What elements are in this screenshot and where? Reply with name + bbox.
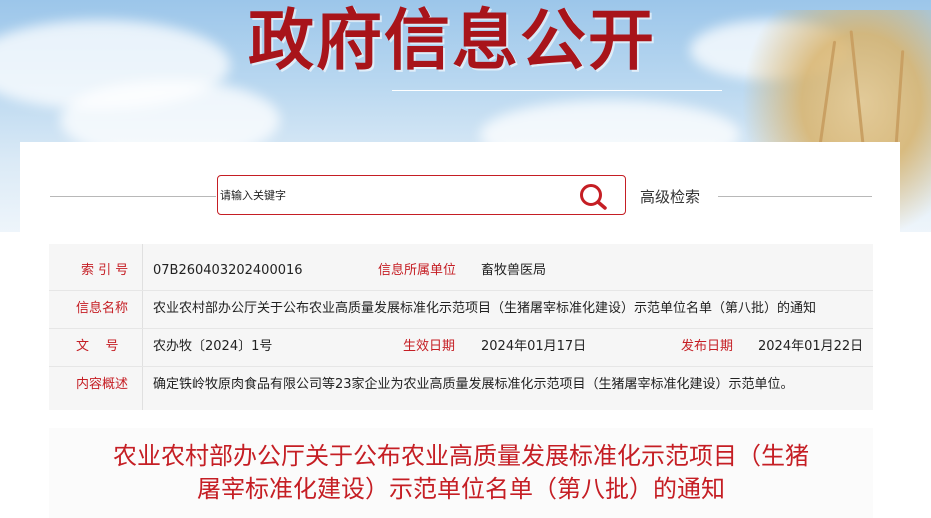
- meta-row-name: 信息名称 农业农村部办公厅关于公布农业高质量发展标准化示范项目（生猪屠宰标准化建…: [49, 290, 873, 328]
- category-label: 信息所属单位: [378, 263, 457, 278]
- title-underline: [392, 90, 722, 91]
- divider-right: [718, 196, 872, 197]
- divider-left: [50, 196, 216, 197]
- page-title: 政府信息公开: [248, 2, 656, 79]
- doc-number-value: 农办牧〔2024〕1号: [153, 339, 273, 354]
- search-box: [217, 175, 626, 215]
- publish-date-label: 发布日期: [681, 339, 734, 354]
- meta-row-index: 索 引 号 07B260403202400016 信息所属单位 畜牧兽医局: [49, 252, 873, 290]
- index-value: 07B260403202400016: [153, 263, 303, 278]
- category-value: 畜牧兽医局: [481, 263, 547, 278]
- info-metadata-table: 索 引 号 07B260403202400016 信息所属单位 畜牧兽医局 信息…: [49, 244, 873, 410]
- summary-label: 内容概述: [76, 377, 129, 392]
- summary-value: 确定铁岭牧原肉食品有限公司等23家企业为农业高质量发展标准化示范项目（生猪屠宰标…: [153, 377, 794, 392]
- publish-date-value: 2024年01月22日: [758, 339, 864, 354]
- article-title-line-1: 农业农村部办公厅关于公布农业高质量发展标准化示范项目（生猪: [113, 442, 809, 470]
- article-title: 农业农村部办公厅关于公布农业高质量发展标准化示范项目（生猪 屠宰标准化建设）示范…: [49, 440, 873, 506]
- effective-date-label: 生效日期: [403, 339, 456, 354]
- article-title-line-2: 屠宰标准化建设）示范单位名单（第八批）的通知: [197, 475, 725, 503]
- meta-row-summary: 内容概述 确定铁岭牧原肉食品有限公司等23家企业为农业高质量发展标准化示范项目（…: [49, 366, 873, 404]
- index-label: 索 引 号: [81, 263, 129, 278]
- search-icon[interactable]: [578, 183, 608, 211]
- doc-number-label: 文 号: [76, 339, 119, 354]
- meta-row-doc: 文 号 农办牧〔2024〕1号 生效日期 2024年01月17日 发布日期 20…: [49, 328, 873, 366]
- name-value: 农业农村部办公厅关于公布农业高质量发展标准化示范项目（生猪屠宰标准化建设）示范单…: [153, 301, 817, 316]
- effective-date-value: 2024年01月17日: [481, 339, 587, 354]
- search-input[interactable]: [220, 184, 560, 206]
- advanced-search-link[interactable]: 高级检索: [640, 186, 700, 207]
- name-label: 信息名称: [76, 301, 129, 316]
